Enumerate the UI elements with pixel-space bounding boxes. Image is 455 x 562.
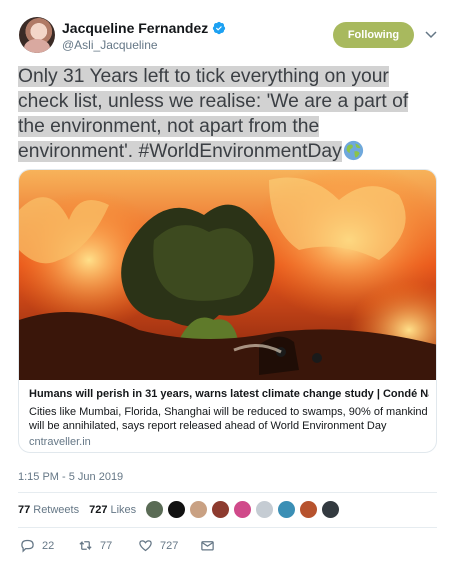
likes-count: 727 [89, 504, 108, 516]
reply-count: 22 [42, 539, 55, 552]
liker-avatar[interactable] [233, 500, 252, 519]
retweets-label: Retweets [33, 504, 80, 516]
tweet-text: Only 31 Years left to tick everything on… [18, 64, 438, 164]
chevron-down-icon[interactable] [425, 31, 437, 39]
card-domain[interactable]: cntraveller.in [29, 436, 91, 448]
card-body[interactable]: Humans will perish in 31 years, warns la… [19, 380, 436, 452]
liker-avatars [145, 500, 340, 519]
user-handle[interactable]: @Asli_Jacqueline [62, 38, 158, 52]
tweet-actions: 22 77 727 [20, 538, 215, 553]
tweet-timestamp[interactable]: 1:15 PM - 5 Jun 2019 [18, 471, 123, 483]
card-description: Cities like Mumbai, Florida, Shanghai wi… [29, 406, 428, 432]
retweets-count: 77 [18, 504, 31, 516]
globe-icon [343, 140, 363, 161]
message-action[interactable] [200, 538, 215, 553]
like-action[interactable]: 727 [138, 538, 200, 553]
envelope-icon[interactable] [200, 538, 215, 553]
liker-avatar[interactable] [255, 500, 274, 519]
retweets-stat[interactable]: 77 Retweets [18, 504, 79, 516]
link-card[interactable]: Humans will perish in 31 years, warns la… [18, 169, 437, 453]
liker-avatar[interactable] [321, 500, 340, 519]
author-name-row: Jacqueline Fernandez [62, 20, 226, 36]
like-count: 727 [160, 539, 179, 552]
liker-avatar[interactable] [189, 500, 208, 519]
liker-avatar[interactable] [167, 500, 186, 519]
card-image-wildfire[interactable] [19, 170, 437, 380]
reply-icon[interactable] [20, 538, 35, 553]
verified-badge-icon [213, 21, 226, 35]
retweet-icon[interactable] [78, 538, 93, 553]
divider [18, 527, 437, 528]
following-button[interactable]: Following [333, 22, 414, 48]
reply-action[interactable]: 22 [20, 538, 78, 553]
liker-avatar[interactable] [299, 500, 318, 519]
liker-avatar[interactable] [145, 500, 164, 519]
card-title[interactable]: Humans will perish in 31 years, warns la… [29, 388, 429, 400]
retweet-action[interactable]: 77 [78, 538, 138, 553]
tweet: Jacqueline Fernandez @Asli_Jacqueline Fo… [0, 0, 455, 562]
heart-icon[interactable] [138, 538, 153, 553]
divider [18, 492, 437, 493]
likes-stat[interactable]: 727 Likes [89, 504, 136, 516]
liker-avatar[interactable] [211, 500, 230, 519]
avatar[interactable] [19, 17, 55, 53]
engagement-stats: 77 Retweets 727 Likes [18, 504, 146, 516]
display-name[interactable]: Jacqueline Fernandez [62, 20, 208, 36]
retweet-count: 77 [100, 539, 113, 552]
liker-avatar[interactable] [277, 500, 296, 519]
likes-label: Likes [110, 504, 137, 516]
